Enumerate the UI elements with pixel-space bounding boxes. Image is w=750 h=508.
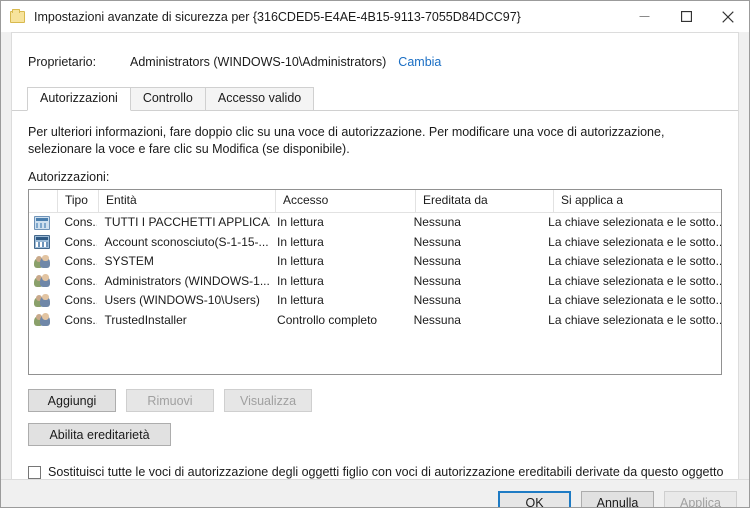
cell-entita: Account sconosciuto(S-1-15-... xyxy=(104,234,269,249)
list-actions-row: Aggiungi Rimuovi Visualizza xyxy=(12,375,738,412)
replace-permissions-checkbox[interactable] xyxy=(28,465,41,479)
close-icon[interactable] xyxy=(707,1,749,32)
owner-row: Proprietario: Administrators (WINDOWS-10… xyxy=(12,33,738,69)
title-bar[interactable]: Impostazioni avanzate di sicurezza per {… xyxy=(1,1,749,32)
cell-ereditata-da: Nessuna xyxy=(413,215,461,229)
tab-strip: Autorizzazioni Controllo Accesso valido xyxy=(12,87,738,111)
cell-ereditata-da: Nessuna xyxy=(413,254,461,268)
tab-controllo[interactable]: Controllo xyxy=(129,87,206,111)
cell-tipo: Cons... xyxy=(64,254,97,268)
cell-ereditata-da: Nessuna xyxy=(413,234,461,249)
unknown-account-icon xyxy=(29,235,57,250)
cell-accesso: In lettura xyxy=(277,273,324,288)
column-header-icon[interactable] xyxy=(29,190,58,212)
add-button[interactable]: Aggiungi xyxy=(28,389,116,412)
owner-label: Proprietario: xyxy=(28,55,97,69)
permissions-list[interactable]: Tipo Entità Accesso Ereditata da Si appl… xyxy=(28,189,722,375)
dialog-content: Proprietario: Administrators (WINDOWS-10… xyxy=(11,32,739,479)
window-controls xyxy=(623,1,749,32)
cell-si-applica-a: La chiave selezionata e le sotto... xyxy=(548,312,721,327)
cell-accesso: In lettura xyxy=(277,293,324,307)
cell-entita: SYSTEM xyxy=(104,254,154,268)
cell-entita: TUTTI I PACCHETTI APPLICAZI... xyxy=(104,215,270,229)
cell-entita: TrustedInstaller xyxy=(104,312,187,327)
cell-tipo: Cons... xyxy=(64,312,97,327)
column-header-entita[interactable]: Entità xyxy=(99,190,276,212)
app-package-icon xyxy=(29,215,57,230)
table-row[interactable]: Cons... TUTTI I PACCHETTI APPLICAZI... I… xyxy=(29,213,721,233)
minimize-icon[interactable] xyxy=(623,1,665,32)
view-button: Visualizza xyxy=(224,389,312,412)
group-icon xyxy=(29,274,57,288)
group-icon xyxy=(29,313,57,327)
change-owner-link[interactable]: Cambia xyxy=(398,55,441,69)
cell-accesso: In lettura xyxy=(277,215,324,229)
cell-accesso: In lettura xyxy=(277,234,324,249)
description-text: Per ulteriori informazioni, fare doppio … xyxy=(28,125,665,156)
group-icon xyxy=(29,293,57,308)
table-row[interactable]: Cons... Users (WINDOWS-10\Users) In lett… xyxy=(29,291,721,311)
cell-si-applica-a: La chiave selezionata e le sotto... xyxy=(548,273,721,288)
table-row[interactable]: Cons... Account sconosciuto(S-1-15-... I… xyxy=(29,233,721,253)
cell-tipo: Cons... xyxy=(64,293,97,307)
cell-si-applica-a: La chiave selezionata e le sotto... xyxy=(548,234,721,249)
table-row[interactable]: Cons... SYSTEM In lettura Nessuna La chi… xyxy=(29,252,721,272)
cell-ereditata-da: Nessuna xyxy=(413,293,461,307)
cell-accesso: Controllo completo xyxy=(277,312,378,327)
cell-tipo: Cons... xyxy=(64,273,97,288)
advanced-security-settings-dialog: Impostazioni avanzate di sicurezza per {… xyxy=(0,0,750,508)
list-header: Tipo Entità Accesso Ereditata da Si appl… xyxy=(29,190,721,213)
list-rows: Cons... TUTTI I PACCHETTI APPLICAZI... I… xyxy=(29,213,721,374)
cell-ereditata-da: Nessuna xyxy=(413,312,461,327)
dialog-footer: OK Annulla Applica xyxy=(1,479,749,507)
cell-entita: Users (WINDOWS-10\Users) xyxy=(104,293,260,307)
enable-inheritance-button[interactable]: Abilita ereditarietà xyxy=(28,423,171,446)
folder-icon xyxy=(10,8,26,25)
owner-value: Administrators (WINDOWS-10\Administrator… xyxy=(130,55,387,69)
table-row[interactable]: Cons... TrustedInstaller Controllo compl… xyxy=(29,311,721,331)
cell-si-applica-a: La chiave selezionata e le sotto... xyxy=(548,215,721,229)
cell-si-applica-a: La chiave selezionata e le sotto... xyxy=(548,254,721,268)
group-icon xyxy=(29,254,57,269)
column-header-si-applica-a[interactable]: Si applica a xyxy=(554,190,721,212)
cell-si-applica-a: La chiave selezionata e le sotto... xyxy=(548,293,721,307)
inheritance-actions-row: Abilita ereditarietà xyxy=(12,412,738,446)
window-title: Impostazioni avanzate di sicurezza per {… xyxy=(34,9,521,24)
table-row[interactable]: Cons... Administrators (WINDOWS-1... In … xyxy=(29,272,721,292)
cell-accesso: In lettura xyxy=(277,254,324,268)
cancel-button[interactable]: Annulla xyxy=(581,491,654,507)
column-header-tipo[interactable]: Tipo xyxy=(58,190,99,212)
cell-tipo: Cons... xyxy=(64,234,97,249)
cell-ereditata-da: Nessuna xyxy=(413,273,461,288)
ok-button[interactable]: OK xyxy=(498,491,571,507)
cell-tipo: Cons... xyxy=(64,215,97,229)
column-header-accesso[interactable]: Accesso xyxy=(276,190,416,212)
replace-permissions-row[interactable]: Sostituisci tutte le voci di autorizzazi… xyxy=(12,446,738,479)
tab-autorizzazioni[interactable]: Autorizzazioni xyxy=(27,87,131,111)
permissions-label: Autorizzazioni: xyxy=(28,170,110,184)
column-header-ereditata-da[interactable]: Ereditata da xyxy=(416,190,554,212)
apply-button: Applica xyxy=(664,491,737,507)
remove-button: Rimuovi xyxy=(126,389,214,412)
tab-accesso-valido[interactable]: Accesso valido xyxy=(204,87,315,111)
cell-entita: Administrators (WINDOWS-1... xyxy=(104,273,270,288)
replace-permissions-label: Sostituisci tutte le voci di autorizzazi… xyxy=(48,465,724,479)
maximize-icon[interactable] xyxy=(665,1,707,32)
